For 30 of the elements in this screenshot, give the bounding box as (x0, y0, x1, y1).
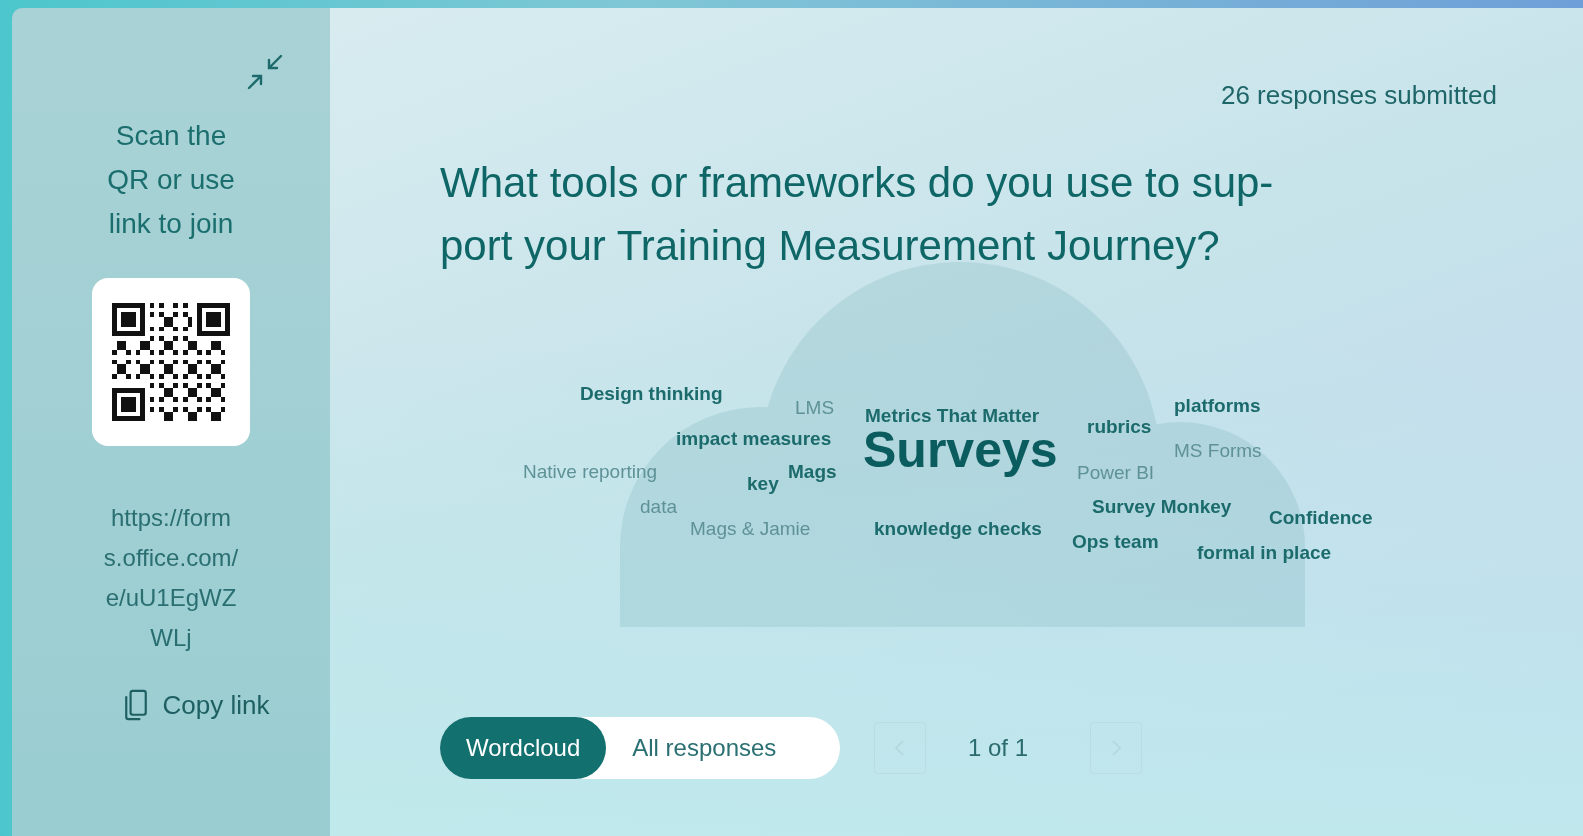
response-count: 26 responses submitted (1220, 80, 1497, 111)
join-link[interactable]: https://forms.office.com/e/uU1EgWZWLj (103, 498, 239, 658)
cloud-word: formal in place (1197, 543, 1332, 562)
question-line: What tools or frameworks do you use to sup- (440, 158, 1275, 208)
copy-link-button[interactable]: Copy link (122, 688, 270, 722)
cloud-word: Native reporting (523, 462, 658, 481)
join-instructions: Scan the QR or use link to join (106, 119, 236, 241)
copy-icon (122, 688, 149, 722)
view-tab[interactable]: All responses (606, 717, 803, 779)
view-tab[interactable]: Wordcloud (440, 717, 607, 779)
collapse-icon[interactable] (245, 52, 285, 92)
question-line: port your Training Measurement Journey? (440, 221, 1221, 271)
cloud-word: Mags (788, 462, 837, 481)
cloud-word: Ops team (1072, 532, 1159, 551)
cloud-word: Survey Monkey (1092, 497, 1232, 516)
cloud-word: MS Forms (1174, 441, 1262, 460)
cloud-word: LMS (795, 398, 835, 417)
cloud-word: platforms (1174, 396, 1261, 415)
cloud-word: impact measures (676, 429, 832, 448)
cloud-word: key (747, 474, 779, 493)
cloud-word: rubrics (1087, 417, 1152, 436)
cloud-word: Metrics That Matter (865, 406, 1040, 425)
cloud-word: Design thinking (580, 384, 723, 403)
cloud-word: Mags & Jamie (690, 519, 811, 538)
page-indicator: 1 of 1 (968, 734, 1030, 762)
cloud-word: Confidence (1269, 508, 1373, 527)
cloud-word: knowledge checks (874, 519, 1042, 538)
cloud-word: Power BI (1077, 463, 1155, 482)
cloud-word: Surveys (863, 425, 1058, 475)
cloud-word: data (640, 497, 677, 516)
